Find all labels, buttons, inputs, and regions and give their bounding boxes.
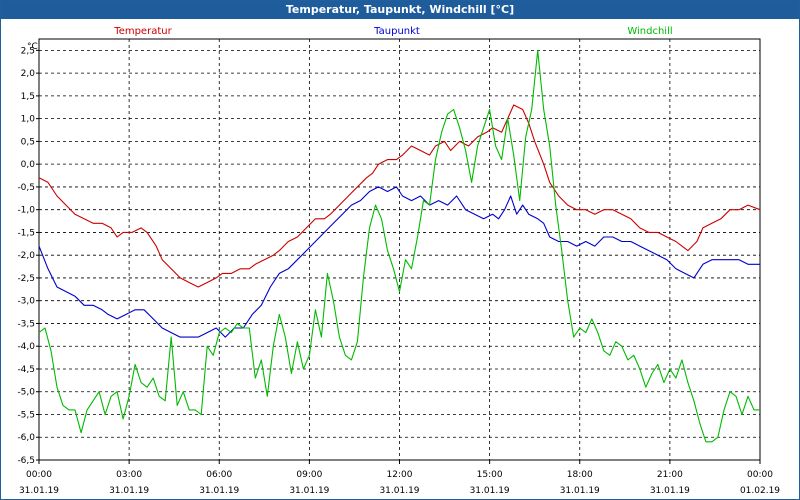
x-tick-date: 31.01.19 <box>199 486 239 496</box>
x-tick-time: 06:00 <box>206 470 232 480</box>
y-tick-label: -5,5 <box>17 410 35 420</box>
y-tick-label: 0,0 <box>21 160 36 170</box>
x-tick-time: 00:00 <box>26 470 52 480</box>
x-tick-time: 18:00 <box>567 470 593 480</box>
y-tick-label: -5,0 <box>17 388 35 398</box>
x-tick-time: 09:00 <box>296 470 322 480</box>
y-tick-label: -6,5 <box>17 456 35 466</box>
y-tick-label: -2,0 <box>17 251 35 261</box>
x-tick-date: 31.01.19 <box>560 486 600 496</box>
x-tick-date: 01.02.19 <box>740 486 780 496</box>
y-tick-label: -4,5 <box>17 365 35 375</box>
y-tick-label: 1,5 <box>21 92 35 102</box>
legend-item-taupunkt: Taupunkt <box>373 26 420 37</box>
x-tick-date: 31.01.19 <box>109 486 149 496</box>
x-tick-labels: 00:00 31.01.19 03:00 31.01.19 06:00 31.01.19 0… <box>19 460 780 496</box>
x-tick-date: 31.01.19 <box>650 486 690 496</box>
y-tick-label: 2,0 <box>21 69 36 79</box>
y-tick-label: -2,5 <box>17 274 35 284</box>
legend-item-windchill: Windchill <box>627 26 672 37</box>
x-tick-date: 31.01.19 <box>289 486 329 496</box>
y-tick-label: 0,5 <box>21 137 35 147</box>
x-tick-time: 03:00 <box>116 470 142 480</box>
y-tick-label: -6,0 <box>17 433 35 443</box>
x-tick-time: 21:00 <box>657 470 683 480</box>
y-axis-unit-label: °C <box>27 42 38 52</box>
x-tick-time: 00:00 <box>747 470 773 480</box>
x-tick-date: 31.01.19 <box>470 486 510 496</box>
y-tick-label: -0,5 <box>17 183 35 193</box>
y-tick-label: -4,0 <box>17 342 35 352</box>
x-tick-date: 31.01.19 <box>379 486 419 496</box>
x-tick-time: 15:00 <box>477 470 503 480</box>
y-tick-label: 1,0 <box>21 115 36 125</box>
chart-plot: 2,52,01,51,00,50,0-0,5-1,0-1,5-2,0-2,5-3… <box>17 26 780 496</box>
x-tick-time: 12:00 <box>387 470 413 480</box>
y-tick-labels: 2,52,01,51,00,50,0-0,5-1,0-1,5-2,0-2,5-3… <box>17 46 39 466</box>
x-tick-date: 31.01.19 <box>19 486 59 496</box>
y-tick-label: -3,0 <box>17 297 35 307</box>
legend-item-temperatur: Temperatur <box>113 26 172 37</box>
y-tick-label: -3,5 <box>17 319 35 329</box>
y-tick-label: -1,5 <box>17 228 35 238</box>
legend: Temperatur Taupunkt Windchill <box>113 26 672 37</box>
y-tick-label: -1,0 <box>17 206 35 216</box>
